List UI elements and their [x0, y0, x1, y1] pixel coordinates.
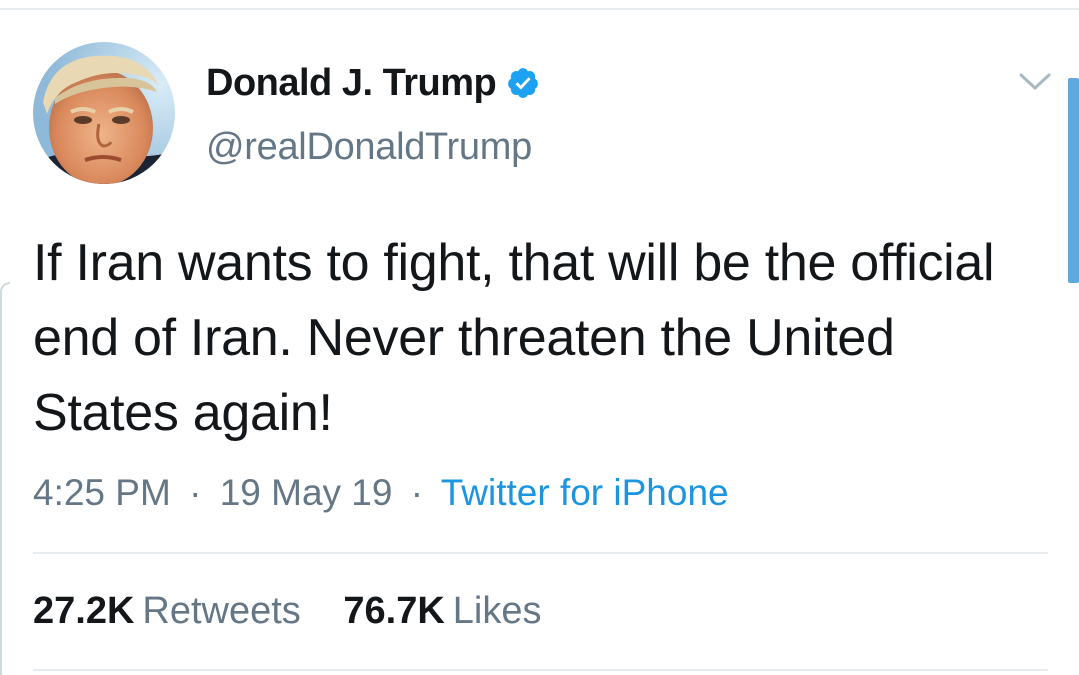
tweet-stats: 27.2K Retweets 76.7K Likes — [33, 590, 542, 633]
thread-edge — [0, 282, 10, 675]
chevron-down-icon[interactable] — [1018, 70, 1052, 94]
tweet-detail: Donald J. Trump @realDonaldTrump If Iran… — [0, 0, 1079, 675]
author-handle[interactable]: @realDonaldTrump — [206, 126, 532, 169]
tweet-source-link[interactable]: Twitter for iPhone — [441, 472, 729, 513]
tweet-date[interactable]: 19 May 19 — [220, 472, 393, 513]
scrollbar[interactable] — [1068, 78, 1079, 283]
likes-count: 76.7K — [343, 590, 445, 632]
divider — [33, 552, 1048, 554]
retweets-label: Retweets — [142, 590, 301, 632]
tweet-time[interactable]: 4:25 PM — [33, 472, 171, 513]
meta-separator: · — [189, 472, 202, 513]
divider — [33, 669, 1048, 671]
avatar[interactable] — [33, 42, 175, 184]
author-name[interactable]: Donald J. Trump — [206, 62, 497, 105]
tweet-text: If Iran wants to fight, that will be the… — [33, 234, 995, 442]
likes-label: Likes — [452, 590, 542, 632]
top-divider — [0, 0, 1079, 10]
verified-badge-icon — [508, 68, 539, 98]
retweets-stat[interactable]: 27.2K Retweets — [33, 590, 311, 632]
retweets-count: 27.2K — [33, 590, 135, 632]
likes-stat[interactable]: 76.7K Likes — [343, 590, 541, 632]
meta-separator: · — [410, 472, 424, 513]
author-row[interactable]: Donald J. Trump — [206, 58, 540, 108]
tweet-meta: 4:25 PM · 19 May 19 · Twitter for iPhone — [33, 472, 729, 514]
